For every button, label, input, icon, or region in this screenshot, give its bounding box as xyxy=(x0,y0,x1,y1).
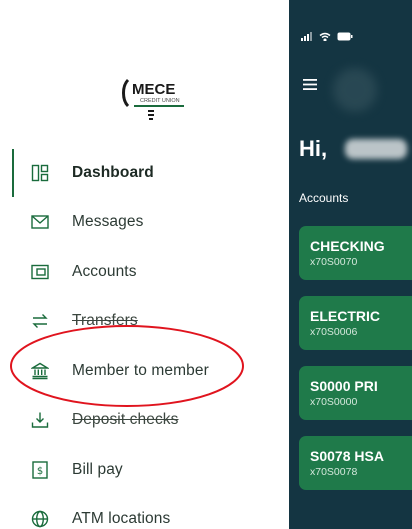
greeting-text: Hi, xyxy=(299,136,328,161)
hamburger-menu-icon[interactable] xyxy=(303,77,317,95)
nav-item-member-to-member[interactable]: Member to member xyxy=(0,346,289,396)
nav-item-atm-locations[interactable]: ATM locations xyxy=(0,495,289,529)
battery-icon xyxy=(337,28,353,46)
dashboard-screen: Hi, Accounts CHECKING x70S0070 ELECTRIC … xyxy=(289,0,412,529)
nav-item-dashboard[interactable]: Dashboard xyxy=(0,148,289,198)
signal-icon xyxy=(301,28,313,46)
account-name: ELECTRIC xyxy=(310,308,380,324)
nav-label: Transfers xyxy=(72,312,138,330)
mece-credit-union-logo: MECE CREDIT UNION xyxy=(118,74,200,126)
nav-item-deposit-checks[interactable]: Deposit checks xyxy=(0,396,289,446)
dollar-doc-icon: $ xyxy=(30,460,50,480)
account-number: x70S0070 xyxy=(310,256,358,268)
nav-label: Member to member xyxy=(72,361,209,379)
account-number: x70S0006 xyxy=(310,326,358,338)
transfer-arrows-icon xyxy=(30,311,50,331)
account-card-s0000[interactable]: S0000 PRI x70S0000 xyxy=(299,366,412,420)
drawer-nav: Dashboard Messages Accounts Transfers Me… xyxy=(0,148,289,529)
account-card-checking[interactable]: CHECKING x70S0070 xyxy=(299,226,412,280)
logo-text: MECE xyxy=(132,81,175,98)
accounts-card-icon xyxy=(30,262,50,282)
bank-building-icon xyxy=(30,361,50,381)
nav-item-messages[interactable]: Messages xyxy=(0,198,289,248)
account-name: CHECKING xyxy=(310,238,385,254)
nav-item-transfers[interactable]: Transfers xyxy=(0,297,289,347)
account-name: S0078 HSA xyxy=(310,448,384,464)
nav-label: Bill pay xyxy=(72,460,123,478)
status-bar xyxy=(301,28,353,46)
account-number: x70S0078 xyxy=(310,466,358,478)
account-card-electric[interactable]: ELECTRIC x70S0006 xyxy=(299,296,412,350)
nav-label: Deposit checks xyxy=(72,411,179,429)
nav-label: Messages xyxy=(72,213,144,231)
svg-text:$: $ xyxy=(37,466,43,477)
redacted-user-name xyxy=(345,139,407,159)
dashboard-grid-icon xyxy=(30,163,50,183)
nav-label: Accounts xyxy=(72,262,137,280)
nav-item-accounts[interactable]: Accounts xyxy=(0,247,289,297)
nav-item-bill-pay[interactable]: $ Bill pay xyxy=(0,445,289,495)
nav-label: Dashboard xyxy=(72,163,154,181)
globe-icon xyxy=(30,509,50,529)
logo-subtext: CREDIT UNION xyxy=(140,98,180,104)
account-card-s0078-hsa[interactable]: S0078 HSA x70S0078 xyxy=(299,436,412,490)
envelope-icon xyxy=(30,212,50,232)
account-name: S0000 PRI xyxy=(310,378,378,394)
accounts-section-label: Accounts xyxy=(299,191,349,205)
navigation-drawer: MECE CREDIT UNION Dashboard Messages Acc… xyxy=(0,0,289,529)
avatar xyxy=(333,68,377,112)
deposit-download-icon xyxy=(30,410,50,430)
account-cards: CHECKING x70S0070 ELECTRIC x70S0006 S000… xyxy=(299,226,412,506)
account-number: x70S0000 xyxy=(310,396,358,408)
nav-label: ATM locations xyxy=(72,510,171,528)
wifi-icon xyxy=(319,28,331,46)
